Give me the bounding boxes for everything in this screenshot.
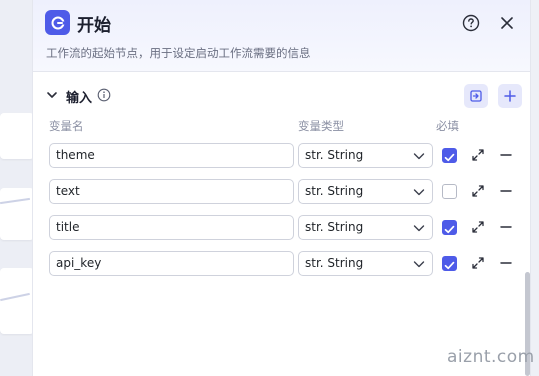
minus-icon[interactable] xyxy=(498,183,514,199)
required-checkbox[interactable] xyxy=(442,148,457,163)
variable-type-select[interactable]: str. String xyxy=(298,179,433,204)
variable-name-input[interactable]: api_key xyxy=(49,251,294,276)
variable-type-value: str. String xyxy=(305,148,364,162)
expand-arrows-icon[interactable] xyxy=(470,147,486,163)
canvas-node-preview xyxy=(0,113,34,159)
variable-row: text str. String xyxy=(33,179,530,205)
canvas-node-preview xyxy=(0,188,34,240)
watermark: aiznt.com xyxy=(447,347,535,367)
chevron-down-icon[interactable] xyxy=(45,88,59,102)
minus-icon[interactable] xyxy=(498,219,514,235)
column-header-type: 变量类型 xyxy=(298,119,344,133)
expand-arrows-icon[interactable] xyxy=(470,255,486,271)
variable-type-select[interactable]: str. String xyxy=(298,215,433,240)
variable-type-select[interactable]: str. String xyxy=(298,251,433,276)
required-checkbox[interactable] xyxy=(442,220,457,235)
variable-name-input[interactable]: theme xyxy=(49,143,294,168)
variable-type-select[interactable]: str. String xyxy=(298,143,433,168)
column-header-required: 必填 xyxy=(436,119,459,133)
panel-description: 工作流的起始节点，用于设定启动工作流需要的信息 xyxy=(46,46,311,60)
info-icon[interactable] xyxy=(97,88,111,102)
variable-type-value: str. String xyxy=(305,220,364,234)
variable-type-value: str. String xyxy=(305,256,364,270)
check-icon xyxy=(444,225,455,234)
chevron-down-icon xyxy=(413,225,425,232)
start-node-panel: 开始 工作流的起始节点，用于设定启动工作流需要的信息 输入 变量名 变量类型 必… xyxy=(32,0,531,376)
expand-arrows-icon[interactable] xyxy=(470,183,486,199)
page-title: 开始 xyxy=(77,16,111,36)
check-icon xyxy=(444,153,455,162)
question-circle-icon xyxy=(462,14,480,32)
minus-icon[interactable] xyxy=(498,255,514,271)
section-title: 输入 xyxy=(66,91,93,106)
chevron-down-icon xyxy=(413,261,425,268)
workflow-start-icon xyxy=(45,10,70,35)
chevron-down-icon xyxy=(413,153,425,160)
close-icon xyxy=(501,17,513,29)
variable-row: title str. String xyxy=(33,215,530,241)
column-header-name: 变量名 xyxy=(49,119,84,133)
expand-arrows-icon[interactable] xyxy=(470,219,486,235)
close-button[interactable] xyxy=(497,13,517,33)
variable-name-input[interactable]: text xyxy=(49,179,294,204)
plus-icon xyxy=(504,90,516,102)
variable-row: theme str. String xyxy=(33,143,530,169)
variable-name-input[interactable]: title xyxy=(49,215,294,240)
required-checkbox[interactable] xyxy=(442,184,457,199)
chevron-down-icon xyxy=(413,189,425,196)
import-icon xyxy=(470,90,482,102)
canvas-node-preview xyxy=(0,268,34,334)
workflow-canvas-background xyxy=(0,0,36,376)
minus-icon[interactable] xyxy=(498,147,514,163)
import-variables-button[interactable] xyxy=(464,84,488,108)
check-icon xyxy=(444,261,455,270)
required-checkbox[interactable] xyxy=(442,256,457,271)
variable-row: api_key str. String xyxy=(33,251,530,277)
inputs-section-header: 输入 xyxy=(33,84,530,108)
panel-header: 开始 工作流的起始节点，用于设定启动工作流需要的信息 xyxy=(33,0,530,72)
variable-type-value: str. String xyxy=(305,184,364,198)
add-variable-button[interactable] xyxy=(498,84,522,108)
help-button[interactable] xyxy=(461,13,481,33)
